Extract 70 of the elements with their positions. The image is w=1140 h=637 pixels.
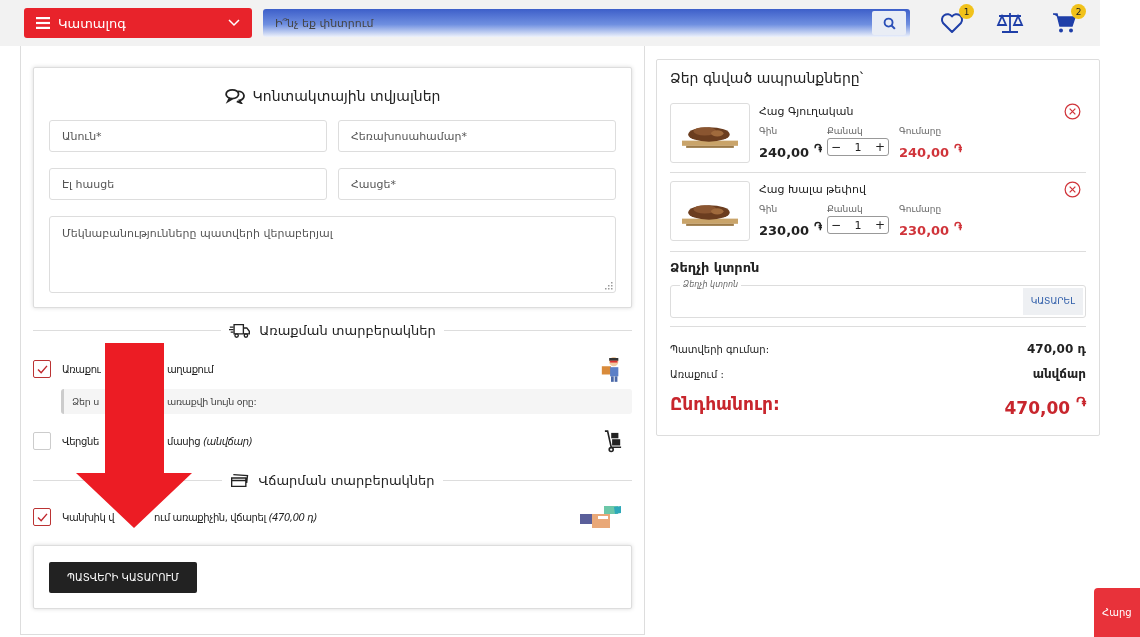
search-field[interactable]: Ի՞նչ եք փնտրում [263,9,910,37]
wishlist-count-badge: 1 [959,4,974,19]
price-label: Գին [759,204,778,215]
increase-button[interactable]: + [874,218,885,233]
cash-payment-drawing [580,504,622,530]
summary-value: անվճար [1032,367,1086,382]
checkbox[interactable] [33,360,51,378]
note-text: առաքվի նույն օրը: [167,396,257,407]
help-tab[interactable]: Հարց [1094,588,1140,637]
comment-field[interactable]: Մեկնաբանությունները պատվերի վերաբերյալ [49,216,616,293]
apply-button[interactable]: ԿԱՏԱՐԵԼ [1022,287,1083,315]
input-field[interactable]: Հասցե* [338,168,616,200]
wishlist-heart-icon[interactable] [940,12,964,34]
input-field[interactable]: Անուն* [49,120,327,152]
decrease-button[interactable]: − [831,218,842,233]
input-field[interactable]: Հեռախոսահամար* [338,120,616,152]
product-name: Հաց Խալա թեփով [759,183,867,197]
option-label: աղաքում [167,363,214,375]
note-text: Ձեր ս [72,396,98,407]
option-label: Առաքու [62,363,100,375]
sum-label: Գումարը [899,126,942,136]
chat-icon [224,88,245,104]
cart-count-badge: 2 [1071,4,1086,19]
cart-title: Ձեր գնված ապրանքները՝ [670,70,865,86]
price: 240,00 $^{֏}$ [759,141,823,163]
search-input[interactable]: Ի՞նչ եք փնտրում [263,11,872,35]
decrease-button[interactable]: − [831,140,842,154]
increase-button[interactable]: + [874,140,885,154]
checkmark-icon [36,512,48,522]
option-label: մասից (անվճար) [167,435,253,447]
option-label: ում առաքիչին, վճարել (470,00 դ) [154,511,318,523]
remove-icon[interactable] [1064,181,1081,199]
total-value: 470,00 $^{֏}$ [1004,392,1086,420]
cart-icon[interactable] [1052,12,1076,34]
quantity-label: Քանակ [827,204,863,215]
input-field[interactable]: Էլ հասցե [49,168,327,200]
checkmark-icon [36,364,48,374]
section-title: Վճարման տարբերակներ [258,473,435,488]
summary-label: Առաքում : [670,368,724,380]
chevron-down-icon [228,19,240,27]
price: 230,00 $^{֏}$ [759,219,823,241]
section-title: Առաքման տարբերակներ [259,323,436,338]
catalog-button[interactable]: Կատալոգ [24,8,252,38]
checkbox[interactable] [33,508,51,526]
price-label: Գին [759,126,778,136]
place-order-button[interactable]: ՊԱՏՎԵՐԻ ԿԱՏԱՐՈՒՄ [49,561,197,593]
search-button[interactable] [872,11,906,35]
truck-icon [229,322,252,339]
product-name: Հաց Գյուղական [759,105,855,118]
search-icon [882,16,896,30]
total-label: Ընդհանուր: [670,393,780,414]
scales-icon[interactable] [996,11,1024,35]
remove-icon[interactable] [1064,103,1081,120]
option-label: Կանխիկ վ [62,511,116,523]
option-label: Վերցնե [62,435,100,447]
menu-icon [36,17,50,29]
quantity-value: 1 [854,140,862,154]
sum-label: Գումարը [899,204,942,215]
coupon-field-label: Ձեղչի կտրոն [680,278,742,291]
coupon-title: Ձեղչի կտրոն [670,259,761,275]
hand-truck-icon [604,429,622,453]
summary-label: Պատվերի գումար: [670,343,770,355]
resize-grip-icon[interactable] [605,282,613,290]
credit-card-icon [230,473,251,488]
section-title: Կոնտակտային տվյալներ [252,88,441,104]
item-sum: 230,00 $^{֏}$ [899,219,963,241]
summary-value: 470,00 դ [1027,342,1086,357]
quantity-value: 1 [854,218,862,232]
quantity-label: Քանակ [827,126,863,136]
item-sum: 240,00 $^{֏}$ [899,141,963,163]
